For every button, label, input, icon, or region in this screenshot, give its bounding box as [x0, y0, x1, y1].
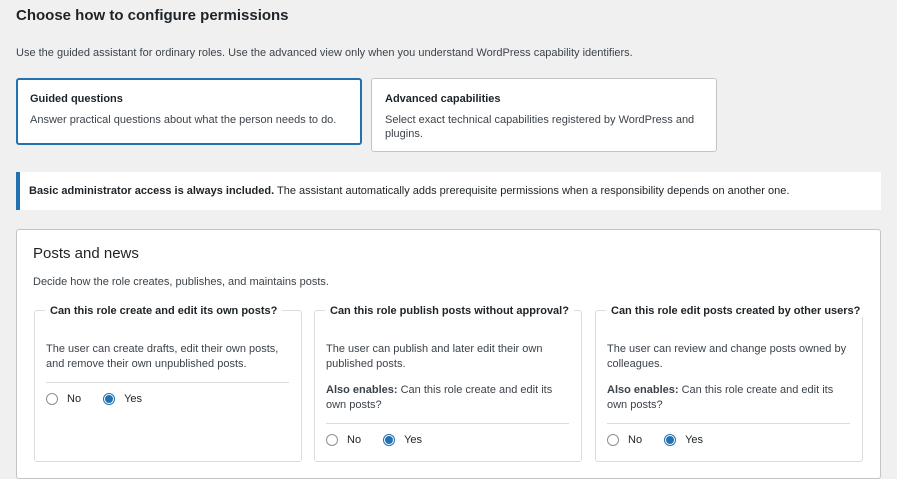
radio-no-label: No: [67, 393, 82, 405]
divider: [46, 382, 289, 383]
mode-card-title: Advanced capabilities: [385, 93, 501, 105]
radio-yes-circle[interactable]: [383, 434, 396, 446]
radio-no-circle[interactable]: [326, 434, 338, 446]
radio-yes-circle[interactable]: [103, 393, 116, 405]
question-fieldset-edit-others-posts: Can this role edit posts created by othe…: [595, 305, 866, 462]
radio-no[interactable]: No: [326, 434, 361, 446]
page-title: Choose how to configure permissions: [16, 7, 289, 24]
radio-no-label: No: [628, 434, 643, 446]
question-description: The user can create drafts, edit their o…: [46, 343, 279, 370]
posts-section-panel: Posts and news Decide how the role creat…: [16, 229, 881, 479]
mode-card-description: Select exact technical capabilities regi…: [385, 114, 695, 140]
radio-group: No Yes: [326, 434, 444, 446]
mode-card-guided[interactable]: Guided questions Answer practical questi…: [16, 78, 362, 145]
also-enables-label: Also enables:: [607, 384, 679, 396]
radio-yes[interactable]: Yes: [664, 434, 703, 446]
question-legend: Can this role edit posts created by othe…: [606, 305, 866, 317]
question-legend: Can this role publish posts without appr…: [325, 305, 574, 317]
notice-strong: Basic administrator access is always inc…: [29, 185, 275, 197]
info-notice: Basic administrator access is always inc…: [16, 172, 881, 210]
radio-no[interactable]: No: [46, 393, 81, 405]
question-legend: Can this role create and edit its own po…: [45, 305, 283, 317]
mode-card-description: Answer practical questions about what th…: [30, 114, 337, 126]
mode-card-title: Guided questions: [30, 93, 123, 105]
radio-group: No Yes: [46, 393, 164, 405]
divider: [326, 423, 569, 424]
radio-yes[interactable]: Yes: [103, 393, 142, 405]
notice-text: The assistant automatically adds prerequ…: [274, 185, 790, 197]
section-description: Decide how the role creates, publishes, …: [33, 276, 329, 288]
radio-no-label: No: [347, 434, 362, 446]
radio-yes-label: Yes: [685, 434, 704, 446]
radio-no-circle[interactable]: [607, 434, 619, 446]
radio-group: No Yes: [607, 434, 725, 446]
radio-no-circle[interactable]: [46, 393, 58, 405]
question-fieldset-publish-posts: Can this role publish posts without appr…: [314, 305, 582, 462]
also-enables-note: Also enables: Can this role create and e…: [326, 383, 574, 413]
divider: [607, 423, 850, 424]
radio-no[interactable]: No: [607, 434, 642, 446]
page-intro: Use the guided assistant for ordinary ro…: [16, 47, 633, 59]
radio-yes[interactable]: Yes: [383, 434, 422, 446]
also-enables-label: Also enables:: [326, 384, 398, 396]
question-description: The user can publish and later edit thei…: [326, 343, 543, 370]
section-title: Posts and news: [33, 245, 139, 262]
mode-card-advanced[interactable]: Advanced capabilities Select exact techn…: [371, 78, 717, 152]
question-description: The user can review and change posts own…: [607, 343, 847, 370]
radio-yes-label: Yes: [124, 393, 143, 405]
radio-yes-circle[interactable]: [664, 434, 677, 446]
radio-yes-label: Yes: [404, 434, 423, 446]
also-enables-note: Also enables: Can this role create and e…: [607, 383, 855, 413]
question-fieldset-create-own-posts: Can this role create and edit its own po…: [34, 305, 302, 462]
